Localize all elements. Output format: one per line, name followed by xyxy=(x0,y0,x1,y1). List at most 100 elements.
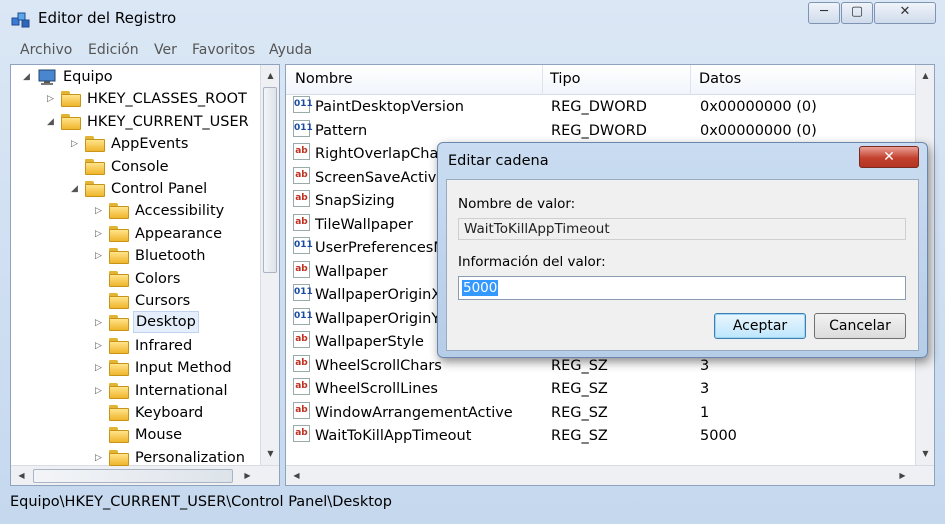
expand-arrow-icon[interactable]: ▷ xyxy=(47,88,59,110)
expand-arrow-icon[interactable]: ▷ xyxy=(95,380,107,402)
menu-archivo[interactable]: Archivo xyxy=(20,42,72,58)
tree-item-label: Accessibility xyxy=(135,203,225,220)
regedit-icon xyxy=(11,12,30,28)
column-datos[interactable]: Datos xyxy=(699,71,741,87)
value-name: UserPreferencesMa xyxy=(315,240,455,256)
tree-item-label: Personalization xyxy=(135,449,245,466)
binary-value-icon: 011 xyxy=(293,307,313,325)
cancel-button[interactable]: Cancelar xyxy=(814,313,906,339)
tree-item-label: Colors xyxy=(135,270,181,287)
tree-item-label: HKEY_CURRENT_USER xyxy=(87,113,249,130)
string-value-icon: ab xyxy=(293,401,310,419)
value-row[interactable]: ab WindowArrangementActive REG_SZ 1 xyxy=(286,401,916,425)
value-data-text: 5000 xyxy=(462,280,499,296)
value-data-input[interactable]: 5000 xyxy=(458,276,906,300)
expand-arrow-icon[interactable]: ▷ xyxy=(95,335,107,357)
folder-icon xyxy=(109,427,129,444)
value-name: WheelScrollChars xyxy=(315,357,442,374)
value-name-field: WaitToKillAppTimeout xyxy=(458,218,906,240)
title-bar: Editor del Registro ─ ▢ ✕ xyxy=(0,0,945,38)
value-name: TileWallpaper xyxy=(315,216,413,233)
string-value-icon: ab xyxy=(293,143,310,160)
scroll-up-icon[interactable]: ▲ xyxy=(917,67,934,84)
collapse-arrow-icon[interactable]: ◢ xyxy=(23,66,35,88)
folder-icon xyxy=(109,449,129,466)
menu-bar: Archivo Edición Ver Favoritos Ayuda xyxy=(10,40,935,62)
tree-item-label: Console xyxy=(111,158,169,175)
expand-arrow-icon[interactable]: ▷ xyxy=(95,447,107,469)
value-row[interactable]: 011 PaintDesktopVersion REG_DWORD 0x0000000… xyxy=(286,96,916,119)
folder-icon xyxy=(109,248,129,265)
value-type: REG_SZ xyxy=(551,428,608,444)
scroll-down-icon[interactable]: ▼ xyxy=(262,445,279,462)
value-type: REG_SZ xyxy=(551,381,608,397)
scroll-left-icon[interactable]: ◀ xyxy=(288,467,305,484)
value-row[interactable]: ab WheelScrollLines REG_SZ 3 xyxy=(286,378,916,401)
dialog-body: Nombre de valor: WaitToKillAppTimeout In… xyxy=(446,179,919,351)
tree-item-label: Control Panel xyxy=(111,181,208,197)
column-tipo[interactable]: Tipo xyxy=(550,71,581,87)
string-value-icon: ab xyxy=(293,213,310,231)
column-nombre[interactable]: Nombre xyxy=(295,71,353,87)
value-name: PaintDesktopVersion xyxy=(315,99,465,115)
scroll-right-icon[interactable]: ▶ xyxy=(894,467,911,484)
menu-favoritos[interactable]: Favoritos xyxy=(192,42,255,58)
dialog-close-button[interactable]: ✕ xyxy=(859,146,919,168)
tree-vertical-scrollbar[interactable]: ▲ ▼ xyxy=(260,65,279,465)
list-horizontal-scrollbar[interactable]: ◀ ▶ xyxy=(286,465,934,485)
folder-icon xyxy=(85,158,105,175)
minimize-button[interactable]: ─ xyxy=(808,2,840,24)
maximize-button[interactable]: ▢ xyxy=(841,2,873,24)
folder-icon xyxy=(109,225,129,242)
status-bar-path: Equipo\HKEY_CURRENT_USER\Control Panel\D… xyxy=(10,494,392,510)
scroll-right-icon[interactable]: ▶ xyxy=(239,467,256,484)
string-value-icon: ab xyxy=(293,354,310,372)
expand-arrow-icon[interactable]: ▷ xyxy=(95,312,107,334)
string-value-icon: ab xyxy=(293,190,310,207)
menu-edicion[interactable]: Edición xyxy=(88,42,139,58)
collapse-arrow-icon[interactable]: ◢ xyxy=(71,178,83,200)
expand-arrow-icon[interactable]: ▷ xyxy=(95,200,107,222)
value-name: SnapSizing xyxy=(315,193,395,209)
value-name: WallpaperOriginY xyxy=(315,310,441,327)
collapse-arrow-icon[interactable]: ◢ xyxy=(47,111,59,133)
menu-ver[interactable]: Ver xyxy=(154,42,177,58)
dialog-title: Editar cadena xyxy=(448,153,549,169)
menu-ayuda[interactable]: Ayuda xyxy=(269,42,312,58)
computer-icon xyxy=(37,69,57,85)
scroll-up-icon[interactable]: ▲ xyxy=(262,67,279,84)
expand-arrow-icon[interactable]: ▷ xyxy=(95,245,107,267)
tree-item-label: Appearance xyxy=(135,225,223,242)
tree-item-label: Infrared xyxy=(135,337,193,354)
tree-item-label: Bluetooth xyxy=(135,248,206,265)
binary-value-icon: 011 xyxy=(293,284,313,301)
expand-arrow-icon[interactable]: ▷ xyxy=(95,357,107,379)
folder-icon xyxy=(61,113,81,130)
scroll-left-icon[interactable]: ◀ xyxy=(13,467,30,484)
value-data: 3 xyxy=(700,381,710,397)
binary-value-icon: 011 xyxy=(293,96,313,113)
tree-item-label: Desktop xyxy=(133,311,199,334)
value-name-label: Nombre de valor: xyxy=(458,196,576,212)
folder-icon xyxy=(109,293,129,309)
value-name: WallpaperStyle xyxy=(315,334,424,350)
window-title: Editor del Registro xyxy=(38,9,177,27)
value-data: 0x00000000 (0) xyxy=(700,122,817,139)
tree-scroll-thumb[interactable] xyxy=(263,87,277,273)
value-data: 0x00000000 (0) xyxy=(700,99,817,115)
folder-icon xyxy=(85,181,105,197)
key-tree-pane[interactable]: ▲ ▼ ◀ ▶ ◢ Equipo ▷ HKEY_CLASSES_ROOT ◢ HKEY_C… xyxy=(10,64,280,486)
close-window-button[interactable]: ✕ xyxy=(874,2,936,24)
accept-button[interactable]: Aceptar xyxy=(714,313,806,339)
string-value-icon: ab xyxy=(293,378,310,395)
scroll-down-icon[interactable]: ▼ xyxy=(917,445,934,462)
value-row[interactable]: ab WaitToKillAppTimeout REG_SZ 5000 xyxy=(286,425,916,448)
tree-item-label: International xyxy=(135,382,228,399)
value-row[interactable]: 011 Pattern REG_DWORD 0x00000000 (0) xyxy=(286,119,916,143)
expand-arrow-icon[interactable]: ▷ xyxy=(95,223,107,245)
tree-item-label: Mouse xyxy=(135,427,183,444)
value-name: RightOverlapChars xyxy=(315,146,452,162)
expand-arrow-icon[interactable]: ▷ xyxy=(71,133,83,155)
string-value-icon: ab xyxy=(293,260,310,278)
tree-hscroll-thumb[interactable] xyxy=(33,469,233,483)
